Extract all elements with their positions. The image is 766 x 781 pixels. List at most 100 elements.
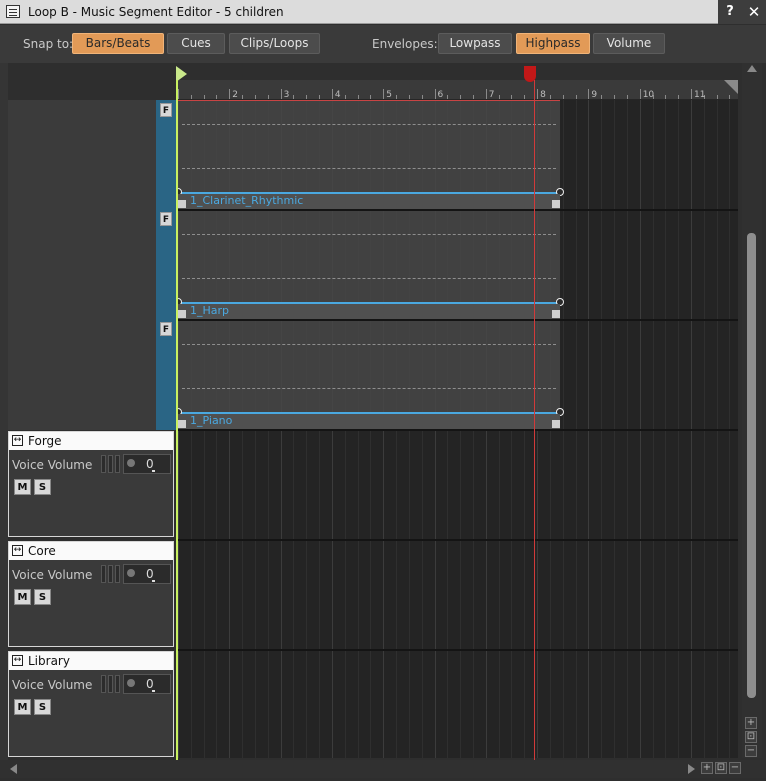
ruler-tick bbox=[498, 95, 500, 99]
ruler-tick bbox=[396, 95, 398, 99]
clip-name-bar[interactable] bbox=[178, 304, 560, 320]
snap-label: Snap to: bbox=[23, 37, 74, 51]
waveform bbox=[182, 278, 556, 279]
ruler-tick bbox=[626, 95, 628, 99]
clip-fade-button[interactable]: F bbox=[160, 212, 172, 226]
ruler-tick bbox=[729, 95, 731, 99]
ruler-tick bbox=[306, 95, 308, 99]
waveform bbox=[182, 388, 556, 389]
vertical-zoom-in-button[interactable]: + bbox=[745, 717, 757, 729]
track-core: ↔ Core Voice Volume 0 M S bbox=[8, 541, 174, 647]
ruler-label: 4 bbox=[334, 90, 341, 100]
vertical-zoom-out-button[interactable]: − bbox=[745, 745, 757, 757]
voice-volume-label: Voice Volume bbox=[12, 678, 93, 692]
close-button[interactable]: ✕ bbox=[742, 0, 766, 24]
row-separator bbox=[176, 649, 738, 651]
waveform bbox=[182, 168, 556, 169]
clip-left-handle[interactable] bbox=[178, 310, 186, 318]
ruler-tick bbox=[293, 95, 295, 99]
clip-fade-button[interactable]: F bbox=[160, 322, 172, 336]
expand-icon[interactable]: ↔ bbox=[12, 435, 23, 446]
volume-knob-icon[interactable] bbox=[127, 459, 135, 467]
ruler-tick bbox=[178, 89, 179, 99]
ruler-label: 5 bbox=[386, 90, 392, 100]
ruler-tick bbox=[639, 89, 641, 99]
track-name: Forge bbox=[28, 434, 62, 448]
mute-button[interactable]: M bbox=[14, 589, 31, 605]
envelope-lowpass-button[interactable]: Lowpass bbox=[438, 33, 512, 54]
ruler-tick bbox=[588, 89, 590, 99]
clip-name: 1_Piano bbox=[190, 414, 233, 427]
volume-knob-icon[interactable] bbox=[127, 679, 135, 687]
clip-harp[interactable]: 1_Harp bbox=[176, 210, 564, 320]
vertical-scroll-thumb[interactable] bbox=[747, 233, 756, 698]
volume-slider[interactable] bbox=[101, 675, 121, 693]
snap-bars-beats-button[interactable]: Bars/Beats bbox=[72, 33, 164, 54]
volume-slider[interactable] bbox=[101, 565, 121, 583]
horizontal-zoom-fit-button[interactable]: ⊡ bbox=[715, 762, 727, 774]
clip-right-handle[interactable] bbox=[552, 310, 560, 318]
expand-icon[interactable]: ↔ bbox=[12, 545, 23, 556]
solo-button[interactable]: S bbox=[34, 479, 51, 495]
ruler-tick bbox=[203, 95, 205, 99]
horizontal-zoom-out-button[interactable]: − bbox=[729, 762, 741, 774]
clip-fade-button[interactable]: F bbox=[160, 103, 172, 117]
timeline-ruler[interactable]: 2 3 4 5 6 7 8 9 10 11 bbox=[176, 80, 738, 100]
ruler-tick bbox=[421, 95, 423, 99]
waveform bbox=[182, 234, 556, 235]
snap-cues-button[interactable]: Cues bbox=[167, 33, 225, 54]
ruler-tick bbox=[716, 95, 718, 99]
scroll-left-icon[interactable] bbox=[10, 764, 17, 774]
track-header[interactable]: ↔ Core bbox=[9, 542, 173, 560]
track-forge: ↔ Forge Voice Volume 0 M S bbox=[8, 431, 174, 537]
mute-button[interactable]: M bbox=[14, 479, 31, 495]
envelopes-label: Envelopes: bbox=[372, 37, 438, 51]
help-button[interactable]: ? bbox=[718, 0, 742, 24]
voice-volume-field[interactable]: 0 bbox=[123, 564, 171, 584]
voice-volume-field[interactable]: 0 bbox=[123, 454, 171, 474]
ruler-tick bbox=[537, 89, 539, 99]
ruler-label: 8 bbox=[540, 90, 546, 100]
track-header[interactable]: ↔ Forge bbox=[9, 432, 173, 450]
scroll-up-icon[interactable] bbox=[747, 65, 757, 72]
ruler-tick bbox=[562, 95, 564, 99]
mute-button[interactable]: M bbox=[14, 699, 31, 715]
clip-left-handle[interactable] bbox=[178, 420, 186, 428]
ruler-tick bbox=[601, 95, 603, 99]
end-marker-line bbox=[534, 80, 535, 760]
clip-right-handle[interactable] bbox=[552, 200, 560, 208]
horizontal-scrollbar[interactable]: + ⊡ − bbox=[0, 760, 766, 778]
ruler-label: 7 bbox=[488, 90, 495, 100]
solo-button[interactable]: S bbox=[34, 699, 51, 715]
ruler-tick bbox=[524, 95, 526, 99]
horizontal-zoom-in-button[interactable]: + bbox=[701, 762, 713, 774]
waveform bbox=[182, 124, 556, 125]
clip-name-bar[interactable] bbox=[178, 414, 560, 430]
vertical-scrollbar[interactable]: + ⊡ − bbox=[742, 63, 762, 758]
clip-clarinet-rhythmic[interactable]: 1_Clarinet_Rhythmic bbox=[176, 100, 564, 210]
volume-knob-icon[interactable] bbox=[127, 569, 135, 577]
row-separator bbox=[176, 539, 738, 541]
voice-volume-value: 0 bbox=[146, 677, 154, 691]
ruler-tick bbox=[485, 89, 487, 99]
expand-icon[interactable]: ↔ bbox=[12, 655, 23, 666]
clip-left-handle[interactable] bbox=[178, 200, 186, 208]
volume-slider[interactable] bbox=[101, 455, 121, 473]
voice-volume-field[interactable]: 0 bbox=[123, 674, 171, 694]
voice-volume-label: Voice Volume bbox=[12, 458, 93, 472]
ruler-tick bbox=[254, 95, 256, 99]
window-menu-icon[interactable] bbox=[6, 5, 20, 18]
scroll-right-icon[interactable] bbox=[688, 764, 695, 774]
track-header[interactable]: ↔ Library bbox=[9, 652, 173, 670]
timeline-grid[interactable]: 1_Clarinet_Rhythmic 1_Harp 1_Piano bbox=[176, 100, 738, 758]
snap-clips-loops-button[interactable]: Clips/Loops bbox=[229, 33, 320, 54]
envelope-highpass-button[interactable]: Highpass bbox=[516, 33, 590, 54]
row-separator bbox=[176, 209, 738, 211]
ruler-tick bbox=[370, 95, 372, 99]
clip-piano[interactable]: 1_Piano bbox=[176, 320, 564, 430]
clip-top-line bbox=[178, 100, 560, 101]
envelope-volume-button[interactable]: Volume bbox=[593, 33, 665, 54]
solo-button[interactable]: S bbox=[34, 589, 51, 605]
vertical-zoom-fit-button[interactable]: ⊡ bbox=[745, 731, 757, 743]
clip-right-handle[interactable] bbox=[552, 420, 560, 428]
